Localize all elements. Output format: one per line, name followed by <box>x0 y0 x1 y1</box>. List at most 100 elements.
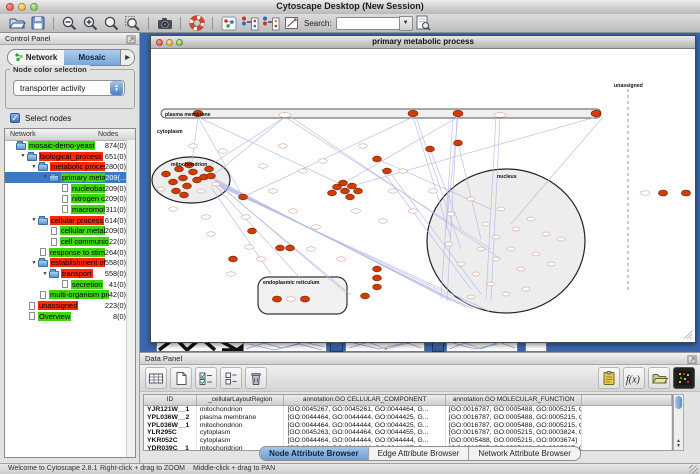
zoom-out-icon[interactable] <box>59 15 80 32</box>
tree-row[interactable]: cell communication22(0) <box>5 236 128 247</box>
tree-column-network[interactable]: Network <box>10 129 36 140</box>
table-cell: YPL036W__1 <box>144 422 197 430</box>
tree-row-count: 209(0) <box>105 184 128 193</box>
tree-scrollbar[interactable] <box>126 140 135 457</box>
table-cell: cytoplasm <box>197 437 285 445</box>
zoom-selected-icon[interactable] <box>122 15 143 32</box>
tab-node-attribute-browser[interactable]: Node Attribute Browser <box>260 447 368 460</box>
export-snapshot-icon[interactable] <box>154 15 175 32</box>
network-overview-icon[interactable] <box>218 15 239 32</box>
table-scrollbar[interactable]: ▲▼ <box>673 394 684 451</box>
control-panel-tab-bar: Network Mosaic ▶ <box>7 49 135 66</box>
tab-network-attribute-browser[interactable]: Network Attribute Browser <box>468 447 579 460</box>
tree-row-label: transport <box>61 269 93 278</box>
tree-row-count: 209(0) <box>105 194 128 203</box>
disclosure-icon[interactable]: ▼ <box>30 260 38 265</box>
open-file-icon[interactable] <box>6 15 27 32</box>
tree-row[interactable]: secretion41(0) <box>5 279 128 290</box>
scrollbar-arrows-icon[interactable]: ▲▼ <box>674 439 683 449</box>
tree-row[interactable]: macromolecule311(0) <box>5 204 128 215</box>
tree-row[interactable]: ▼transport558(0) <box>5 268 128 279</box>
tree-row[interactable]: multi-organism process42(0) <box>5 290 128 301</box>
network-view-frame[interactable]: primary metabolic process <box>150 35 696 343</box>
table-cell <box>582 422 672 430</box>
table-row[interactable]: YPL036W__2plasma membrane[GO:0044464, GO… <box>144 414 672 422</box>
enhanced-search-icon[interactable] <box>413 15 434 32</box>
zoom-fit-icon[interactable] <box>101 15 122 32</box>
attribute-select-icon[interactable] <box>145 367 167 389</box>
tree-row[interactable]: nitrogen compound209(0) <box>5 193 128 204</box>
network-canvas[interactable]: plasma membrane cytoplasm mitochondrion … <box>151 49 695 342</box>
window-titlebar[interactable]: Cytoscape Desktop (New Session) <box>0 0 700 15</box>
nucleus-label: nucleus <box>497 174 517 180</box>
status-welcome: Welcome to Cytoscape 2.8.1 <box>8 465 97 472</box>
tree-row[interactable]: nucleobase-containing209(0) <box>5 183 128 194</box>
tab-edge-attribute-browser[interactable]: Edge Attribute Browser <box>368 447 469 460</box>
folder-icon <box>38 164 48 171</box>
layout-icon[interactable] <box>260 15 281 32</box>
float-panel-icon[interactable] <box>126 35 136 48</box>
select-all-attributes-icon[interactable] <box>195 367 217 389</box>
zoom-in-icon[interactable] <box>80 15 101 32</box>
help-lifering-icon[interactable] <box>186 15 207 32</box>
tab-mosaic-label: Mosaic <box>78 53 105 62</box>
status-pan-hint: Middle-click + drag to PAN <box>193 465 275 472</box>
table-column-header[interactable] <box>582 395 672 405</box>
tab-overflow-icon[interactable]: ▶ <box>120 50 134 65</box>
tree-row[interactable]: ▼biological_process651(0) <box>5 151 128 162</box>
vizmapper-icon[interactable] <box>239 15 260 32</box>
table-cell: YDR039C__1 <box>144 445 197 451</box>
table-cell: mitochondrion <box>197 406 285 414</box>
search-input[interactable] <box>336 17 399 30</box>
folder-icon <box>38 218 48 225</box>
disclosure-icon[interactable]: ▼ <box>30 164 38 169</box>
scrollbar-thumb[interactable] <box>675 396 682 409</box>
attribute-table[interactable]: ID_cellularLayoutRegionannotation.GO CEL… <box>143 394 673 451</box>
node-color-select[interactable]: transporter activity ▲▼ <box>13 80 125 96</box>
table-row[interactable]: YKR052Ccytoplasm[GO:0044464, GO:0044444,… <box>144 437 672 445</box>
import-attributes-icon[interactable] <box>648 367 670 389</box>
delete-attribute-icon[interactable] <box>245 367 267 389</box>
matrix-view-icon[interactable] <box>673 367 695 389</box>
attribute-editor-icon[interactable] <box>598 367 620 389</box>
mitochondrion-label: mitochondrion <box>171 162 207 168</box>
tree-row[interactable]: ▼primary metabolic process209(... <box>5 172 128 183</box>
canvas-resize-grip[interactable] <box>684 331 692 339</box>
tree-row[interactable]: mosaic-demo-yeast874(0) <box>5 140 128 151</box>
cytoplasm-label: cytoplasm <box>157 129 183 135</box>
tree-column-nodes[interactable]: Nodes <box>98 129 118 140</box>
table-row[interactable]: YLR295Ccytoplasm[GO:0045263, GO:0044464,… <box>144 429 672 437</box>
tree-row-label: unassigned <box>38 301 78 310</box>
tree-row[interactable]: response to stimulus264(0) <box>5 247 128 258</box>
table-cell: plasma membrane <box>197 414 285 422</box>
network-view-titlebar[interactable]: primary metabolic process <box>151 36 695 49</box>
window-resize-grip[interactable] <box>689 465 698 474</box>
select-nodes-checkbox[interactable]: ✓ <box>10 113 20 123</box>
save-session-icon[interactable] <box>27 15 48 32</box>
disclosure-icon[interactable]: ▼ <box>41 175 49 180</box>
tab-mosaic[interactable]: Mosaic <box>64 50 120 65</box>
browser-tab-bar: Node Attribute BrowserEdge Attribute Bro… <box>259 446 581 461</box>
table-column-header[interactable]: annotation.GO MOLECULAR_FUNCTION <box>446 395 582 405</box>
create-attribute-icon[interactable] <box>170 367 192 389</box>
annotation-icon[interactable] <box>281 15 302 32</box>
tree-row[interactable]: ▼establishment of localization558(0) <box>5 258 128 269</box>
tab-network[interactable]: Network <box>8 50 64 65</box>
search-dropdown-icon[interactable]: ▼ <box>399 16 413 31</box>
tree-row[interactable]: ▼metabolic process280(0) <box>5 161 128 172</box>
table-row[interactable]: YPL036W__1mitochondrion[GO:0044464, GO:0… <box>144 422 672 430</box>
table-column-header[interactable]: ID <box>144 395 197 405</box>
disclosure-icon[interactable]: ▼ <box>19 153 27 158</box>
tree-row[interactable]: cellular metabolic209(0) <box>5 226 128 237</box>
table-column-header[interactable]: _cellularLayoutRegion <box>197 395 285 405</box>
table-cell <box>582 406 672 414</box>
table-column-header[interactable]: annotation.GO CELLULAR_COMPONENT <box>284 395 445 405</box>
disclosure-icon[interactable]: ▼ <box>30 217 38 222</box>
function-builder-icon[interactable]: f(x) <box>623 367 645 389</box>
unselect-all-attributes-icon[interactable] <box>220 367 242 389</box>
tree-row[interactable]: ▼cellular process614(0) <box>5 215 128 226</box>
disclosure-icon[interactable]: ▼ <box>41 271 49 276</box>
tree-row[interactable]: Overview8(0) <box>5 311 128 322</box>
tree-row[interactable]: unassigned223(0) <box>5 300 128 311</box>
table-row[interactable]: YJR121W__1mitochondrion[GO:0045267, GO:0… <box>144 406 672 414</box>
